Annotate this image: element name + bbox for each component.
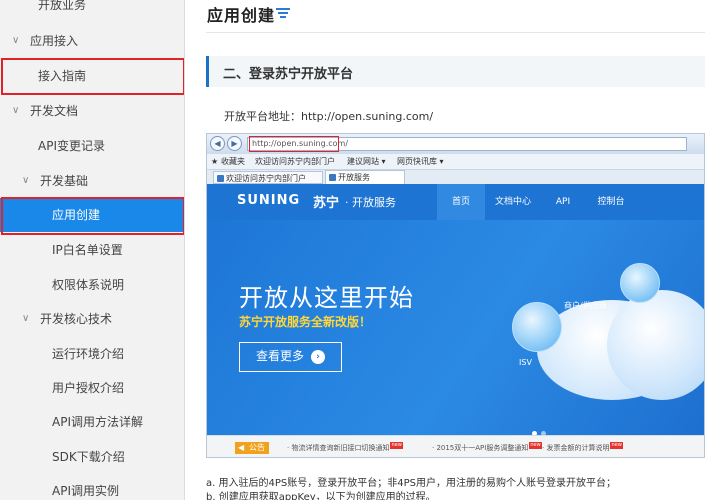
sidebar-group-app-access[interactable]: ∨ 应用接入	[0, 24, 184, 58]
page-title: 应用创建	[207, 6, 276, 25]
sidebar-item-sdk-download[interactable]: SDK下载介绍	[0, 440, 184, 474]
view-more-button: 查看更多 ›	[239, 342, 342, 372]
brand-logo-cn: 苏宁	[313, 196, 340, 211]
view-more-label: 查看更多	[256, 349, 305, 363]
sidebar-item-ip-whitelist[interactable]: IP白名单设置	[0, 233, 184, 267]
section-heading: 二、登录苏宁开放平台	[206, 56, 705, 87]
sidebar-item-label: API变更记录	[38, 139, 105, 153]
hero-subtitle: 苏宁开放服务全新改版！	[239, 315, 372, 329]
browser-tab: 欢迎访问苏宁内部门户	[213, 171, 323, 184]
sidebar-item-api-changelog[interactable]: API变更记录	[0, 129, 184, 163]
speaker-icon: ◀	[238, 443, 245, 452]
sidebar-item-label: 应用接入	[30, 34, 79, 48]
site-nav-api: API	[555, 197, 571, 207]
favorites-label: 收藏夹	[221, 157, 245, 166]
chevron-down-icon: ∨	[12, 105, 20, 116]
sidebar-item-label: 权限体系说明	[52, 278, 125, 292]
sidebar-group-dev-docs[interactable]: ∨ 开发文档	[0, 94, 184, 128]
sidebar-group-dev-basics[interactable]: ∨ 开发基础	[0, 164, 184, 198]
notice-item: · 物流详情查询新旧接口切换通知 new	[287, 442, 403, 452]
notice-bar: ◀ 公告 · 物流详情查询新旧接口切换通知 new · 2015双十一API服务调整…	[207, 435, 704, 457]
hero-tag: ISV	[519, 358, 532, 367]
sidebar-item-access-guide[interactable]: 接入指南	[0, 59, 184, 93]
fav-link: 欢迎访问苏宁内部门户	[255, 157, 335, 166]
sidebar-item-label: 用户授权介绍	[52, 381, 125, 395]
sidebar-item-label: 开发核心技术	[40, 312, 113, 326]
sidebar-item-api-call-method[interactable]: API调用方法详解	[0, 405, 184, 439]
site-nav-home: 首页	[437, 184, 485, 220]
embedded-browser-screenshot: ◀ ▶ http://open.suning.com/ ★ 收藏夹 欢迎访问苏宁…	[206, 133, 705, 458]
arrow-right-icon: ›	[311, 350, 325, 364]
step-a-text: a. 用入驻后的4PS账号，登录开放平台；非4PS用户，用注册的易购个人账号登录…	[206, 478, 616, 489]
sidebar-item-label: 开发基础	[40, 174, 89, 188]
fav-link: 网页快讯库 ▾	[397, 157, 444, 166]
platform-address: 开放平台地址：http://open.suning.com/	[224, 110, 434, 123]
main-content: 应用创建 二、登录苏宁开放平台 开放平台地址：http://open.sunin…	[186, 0, 705, 500]
sidebar-item-label: 开发文档	[30, 104, 79, 118]
sidebar-item-label: 运行环境介绍	[52, 347, 125, 361]
chart-globe-graphic	[512, 302, 562, 352]
step-b-text: b. 创建应用获取appKey，以下为创建应用的过程。	[206, 492, 436, 500]
sidebar-item-app-create[interactable]: 应用创建	[0, 198, 184, 232]
sidebar-item-label: 接入指南	[38, 69, 87, 83]
chevron-down-icon: ∨	[12, 35, 20, 46]
sidebar-item-permission-system[interactable]: 权限体系说明	[0, 268, 184, 302]
forward-icon: ▶	[227, 136, 242, 151]
divider	[206, 32, 705, 33]
carousel-dots	[532, 425, 550, 435]
favorites-bar: ★ 收藏夹 欢迎访问苏宁内部门户 建议网站 ▾ 网页快讯库 ▾	[207, 154, 704, 170]
notice-item: · 发票金额的计算说明 new	[542, 442, 623, 452]
site-nav-docs: 文档中心	[494, 197, 531, 207]
users-globe-graphic	[620, 263, 660, 303]
hero-banner: 商户/供应商 ISV 开放从这里开始 苏宁开放服务全新改版！ 查看更多 ›	[207, 220, 704, 435]
site-header: SUNING 苏宁 · 开放服务 首页 文档中心 API 控制台	[207, 184, 704, 220]
sidebar-item-label: 开放业务	[38, 0, 87, 12]
list-filter-icon[interactable]	[276, 8, 290, 20]
sidebar-item-label: 应用创建	[52, 208, 101, 222]
browser-address-bar: ◀ ▶ http://open.suning.com/	[207, 134, 704, 154]
sidebar-nav: 开放业务 ∨ 应用接入 接入指南 ∨ 开发文档 API变更记录 ∨ 开发基础 应…	[0, 0, 185, 500]
star-icon: ★	[211, 157, 219, 166]
sidebar-group-core-tech[interactable]: ∨ 开发核心技术	[0, 302, 184, 336]
notice-badge: ◀ 公告	[235, 442, 269, 454]
hero-tag: 商户/供应商	[564, 301, 607, 310]
sidebar-item-label: SDK下载介绍	[52, 450, 125, 464]
sidebar-item-runtime-env[interactable]: 运行环境介绍	[0, 337, 184, 371]
sidebar-item-open-business[interactable]: 开放业务	[0, 0, 184, 22]
site-nav-console: 控制台	[597, 197, 625, 207]
chevron-down-icon: ∨	[22, 175, 30, 186]
sidebar-item-api-example[interactable]: API调用实例	[0, 474, 184, 500]
highlight-box	[249, 136, 339, 152]
sidebar-item-label: API调用实例	[52, 484, 119, 498]
notice-item: · 2015双十一API服务调整通知 new	[432, 442, 542, 452]
chevron-down-icon: ∨	[22, 313, 30, 324]
sidebar-item-user-auth[interactable]: 用户授权介绍	[0, 371, 184, 405]
brand-subtitle: · 开放服务	[345, 196, 396, 209]
page-root: 开放业务 ∨ 应用接入 接入指南 ∨ 开发文档 API变更记录 ∨ 开发基础 应…	[0, 0, 705, 500]
back-icon: ◀	[210, 136, 225, 151]
browser-tabs: 欢迎访问苏宁内部门户 开放服务	[207, 170, 704, 184]
brand-logo: SUNING	[237, 193, 301, 208]
sidebar-item-label: IP白名单设置	[52, 243, 123, 257]
sidebar-item-label: API调用方法详解	[52, 415, 143, 429]
fav-link: 建议网站 ▾	[347, 157, 386, 166]
section-heading-text: 二、登录苏宁开放平台	[223, 67, 354, 82]
hero-title: 开放从这里开始	[239, 284, 414, 312]
browser-tab: 开放服务	[325, 170, 405, 184]
